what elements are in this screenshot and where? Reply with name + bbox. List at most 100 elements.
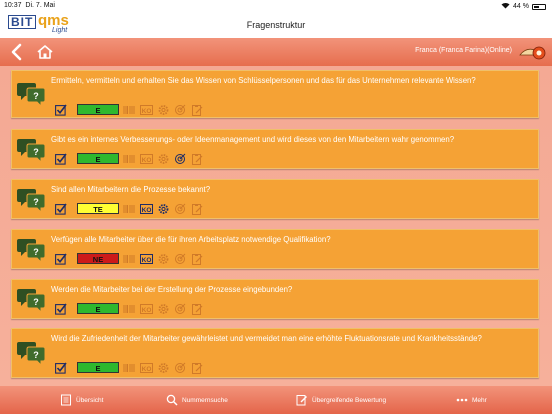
question-card[interactable]: ? Verfügen alle Mitarbeiter über die für… [11,229,539,269]
nav-bar: Franca (Franca Farina)(Online) [0,38,552,66]
question-actions: E KO [55,103,208,116]
target-icon[interactable] [174,152,187,164]
tab-uebersicht[interactable]: Übersicht [60,394,103,406]
ko-icon[interactable]: KO [140,202,153,214]
checkbox-checked-icon[interactable] [55,202,67,215]
question-card[interactable]: ? Wird die Zufriedenheit der Mitarbeiter… [11,328,539,378]
back-button[interactable] [10,43,24,61]
clipboard-edit-icon[interactable] [191,361,204,374]
battery-icon [532,3,546,10]
ko-icon[interactable]: KO [140,252,153,264]
tab-nummernsuche[interactable]: Nummernsuche [166,394,228,406]
rating-badge[interactable]: E [77,302,119,314]
checkbox-checked-icon[interactable] [55,252,67,265]
question-list: ? Ermitteln, vermitteln und erhalten Sie… [0,66,552,386]
document-icon [61,394,71,406]
svg-text:KO: KO [142,207,152,214]
search-icon [166,394,178,406]
question-text: Gibt es ein internes Verbesserungs- oder… [51,135,455,144]
battery-percent: 44 % [513,3,529,10]
question-card[interactable]: ? Ermitteln, vermitteln und erhalten Sie… [11,70,539,118]
question-chat-icon: ? [16,82,46,108]
title-bar: BIT qms Light Fragenstruktur [0,12,552,38]
svg-text:KO: KO [142,307,152,314]
gear-icon[interactable] [157,202,170,214]
svg-text:KO: KO [142,257,152,264]
barcode-icon[interactable] [123,103,136,115]
chevron-left-icon [11,43,22,61]
clipboard-edit-icon[interactable] [191,202,204,215]
question-chat-icon: ? [16,238,46,264]
ko-icon[interactable]: KO [140,361,153,373]
barcode-icon[interactable] [123,252,136,264]
barcode-icon[interactable] [123,302,136,314]
svg-text:KO: KO [142,366,152,373]
checkbox-checked-icon[interactable] [55,361,67,374]
ko-icon[interactable]: KO [140,152,153,164]
barcode-icon[interactable] [123,361,136,373]
rating-badge[interactable]: TE [77,202,119,214]
checkbox-checked-icon[interactable] [55,152,67,165]
target-icon[interactable] [174,202,187,214]
question-actions: E KO [55,152,208,165]
home-icon [37,45,53,59]
question-actions: E KO [55,302,208,315]
svg-text:?: ? [33,91,39,101]
question-text: Ermitteln, vermitteln und erhalten Sie d… [51,76,476,85]
svg-text:?: ? [33,350,39,360]
page-title: Fragenstruktur [246,20,306,30]
more-icon [456,398,468,402]
question-text: Verfügen alle Mitarbeiter über die für i… [51,235,331,244]
target-icon[interactable] [174,103,187,115]
question-actions: TE KO [55,202,208,215]
status-right: 44 % [501,2,546,11]
question-text: Werden die Mitarbeiter bei der Erstellun… [51,285,293,294]
svg-text:KO: KO [142,108,152,115]
target-icon[interactable] [174,252,187,264]
clipboard-edit-icon[interactable] [191,302,204,315]
clipboard-edit-icon[interactable] [191,103,204,116]
question-card[interactable]: ? Werden die Mitarbeiter bei der Erstell… [11,279,539,319]
question-actions: E KO [55,361,208,374]
question-text: Sind allen Mitarbeitern die Prozesse bek… [51,185,211,194]
svg-text:?: ? [33,297,39,307]
svg-text:KO: KO [142,157,152,164]
edit-icon [296,395,307,406]
barcode-icon[interactable] [123,152,136,164]
gear-icon[interactable] [157,302,170,314]
gear-icon[interactable] [157,152,170,164]
status-time: 10:37 Di. 7. Mai [4,2,55,9]
online-badge-icon[interactable] [518,44,546,60]
svg-text:?: ? [33,147,39,157]
question-card[interactable]: ? Gibt es ein internes Verbesserungs- od… [11,129,539,169]
question-chat-icon: ? [16,341,46,367]
wifi-icon [501,2,510,11]
barcode-icon[interactable] [123,202,136,214]
status-bar: 10:37 Di. 7. Mai 44 % [0,0,552,12]
target-icon[interactable] [174,302,187,314]
question-chat-icon: ? [16,138,46,164]
clipboard-edit-icon[interactable] [191,152,204,165]
user-status: Franca (Franca Farina)(Online) [415,47,512,54]
question-card[interactable]: ? Sind allen Mitarbeitern die Prozesse b… [11,179,539,219]
gear-icon[interactable] [157,103,170,115]
clipboard-edit-icon[interactable] [191,252,204,265]
question-text: Wird die Zufriedenheit der Mitarbeiter g… [51,334,482,343]
tab-uebergreifende-bewertung[interactable]: Übergreifende Bewertung [296,394,386,406]
ko-icon[interactable]: KO [140,302,153,314]
rating-badge[interactable]: NE [77,252,119,264]
gear-icon[interactable] [157,361,170,373]
rating-badge[interactable]: E [77,152,119,164]
tab-mehr[interactable]: Mehr [456,394,487,406]
checkbox-checked-icon[interactable] [55,302,67,315]
gear-icon[interactable] [157,252,170,264]
rating-badge[interactable]: E [77,361,119,373]
rating-badge[interactable]: E [77,103,119,115]
ko-icon[interactable]: KO [140,103,153,115]
svg-text:?: ? [33,247,39,257]
checkbox-checked-icon[interactable] [55,103,67,116]
home-button[interactable] [36,44,54,60]
question-chat-icon: ? [16,288,46,314]
tab-bar: Übersicht Nummernsuche Übergreifende Bew… [0,386,552,414]
target-icon[interactable] [174,361,187,373]
